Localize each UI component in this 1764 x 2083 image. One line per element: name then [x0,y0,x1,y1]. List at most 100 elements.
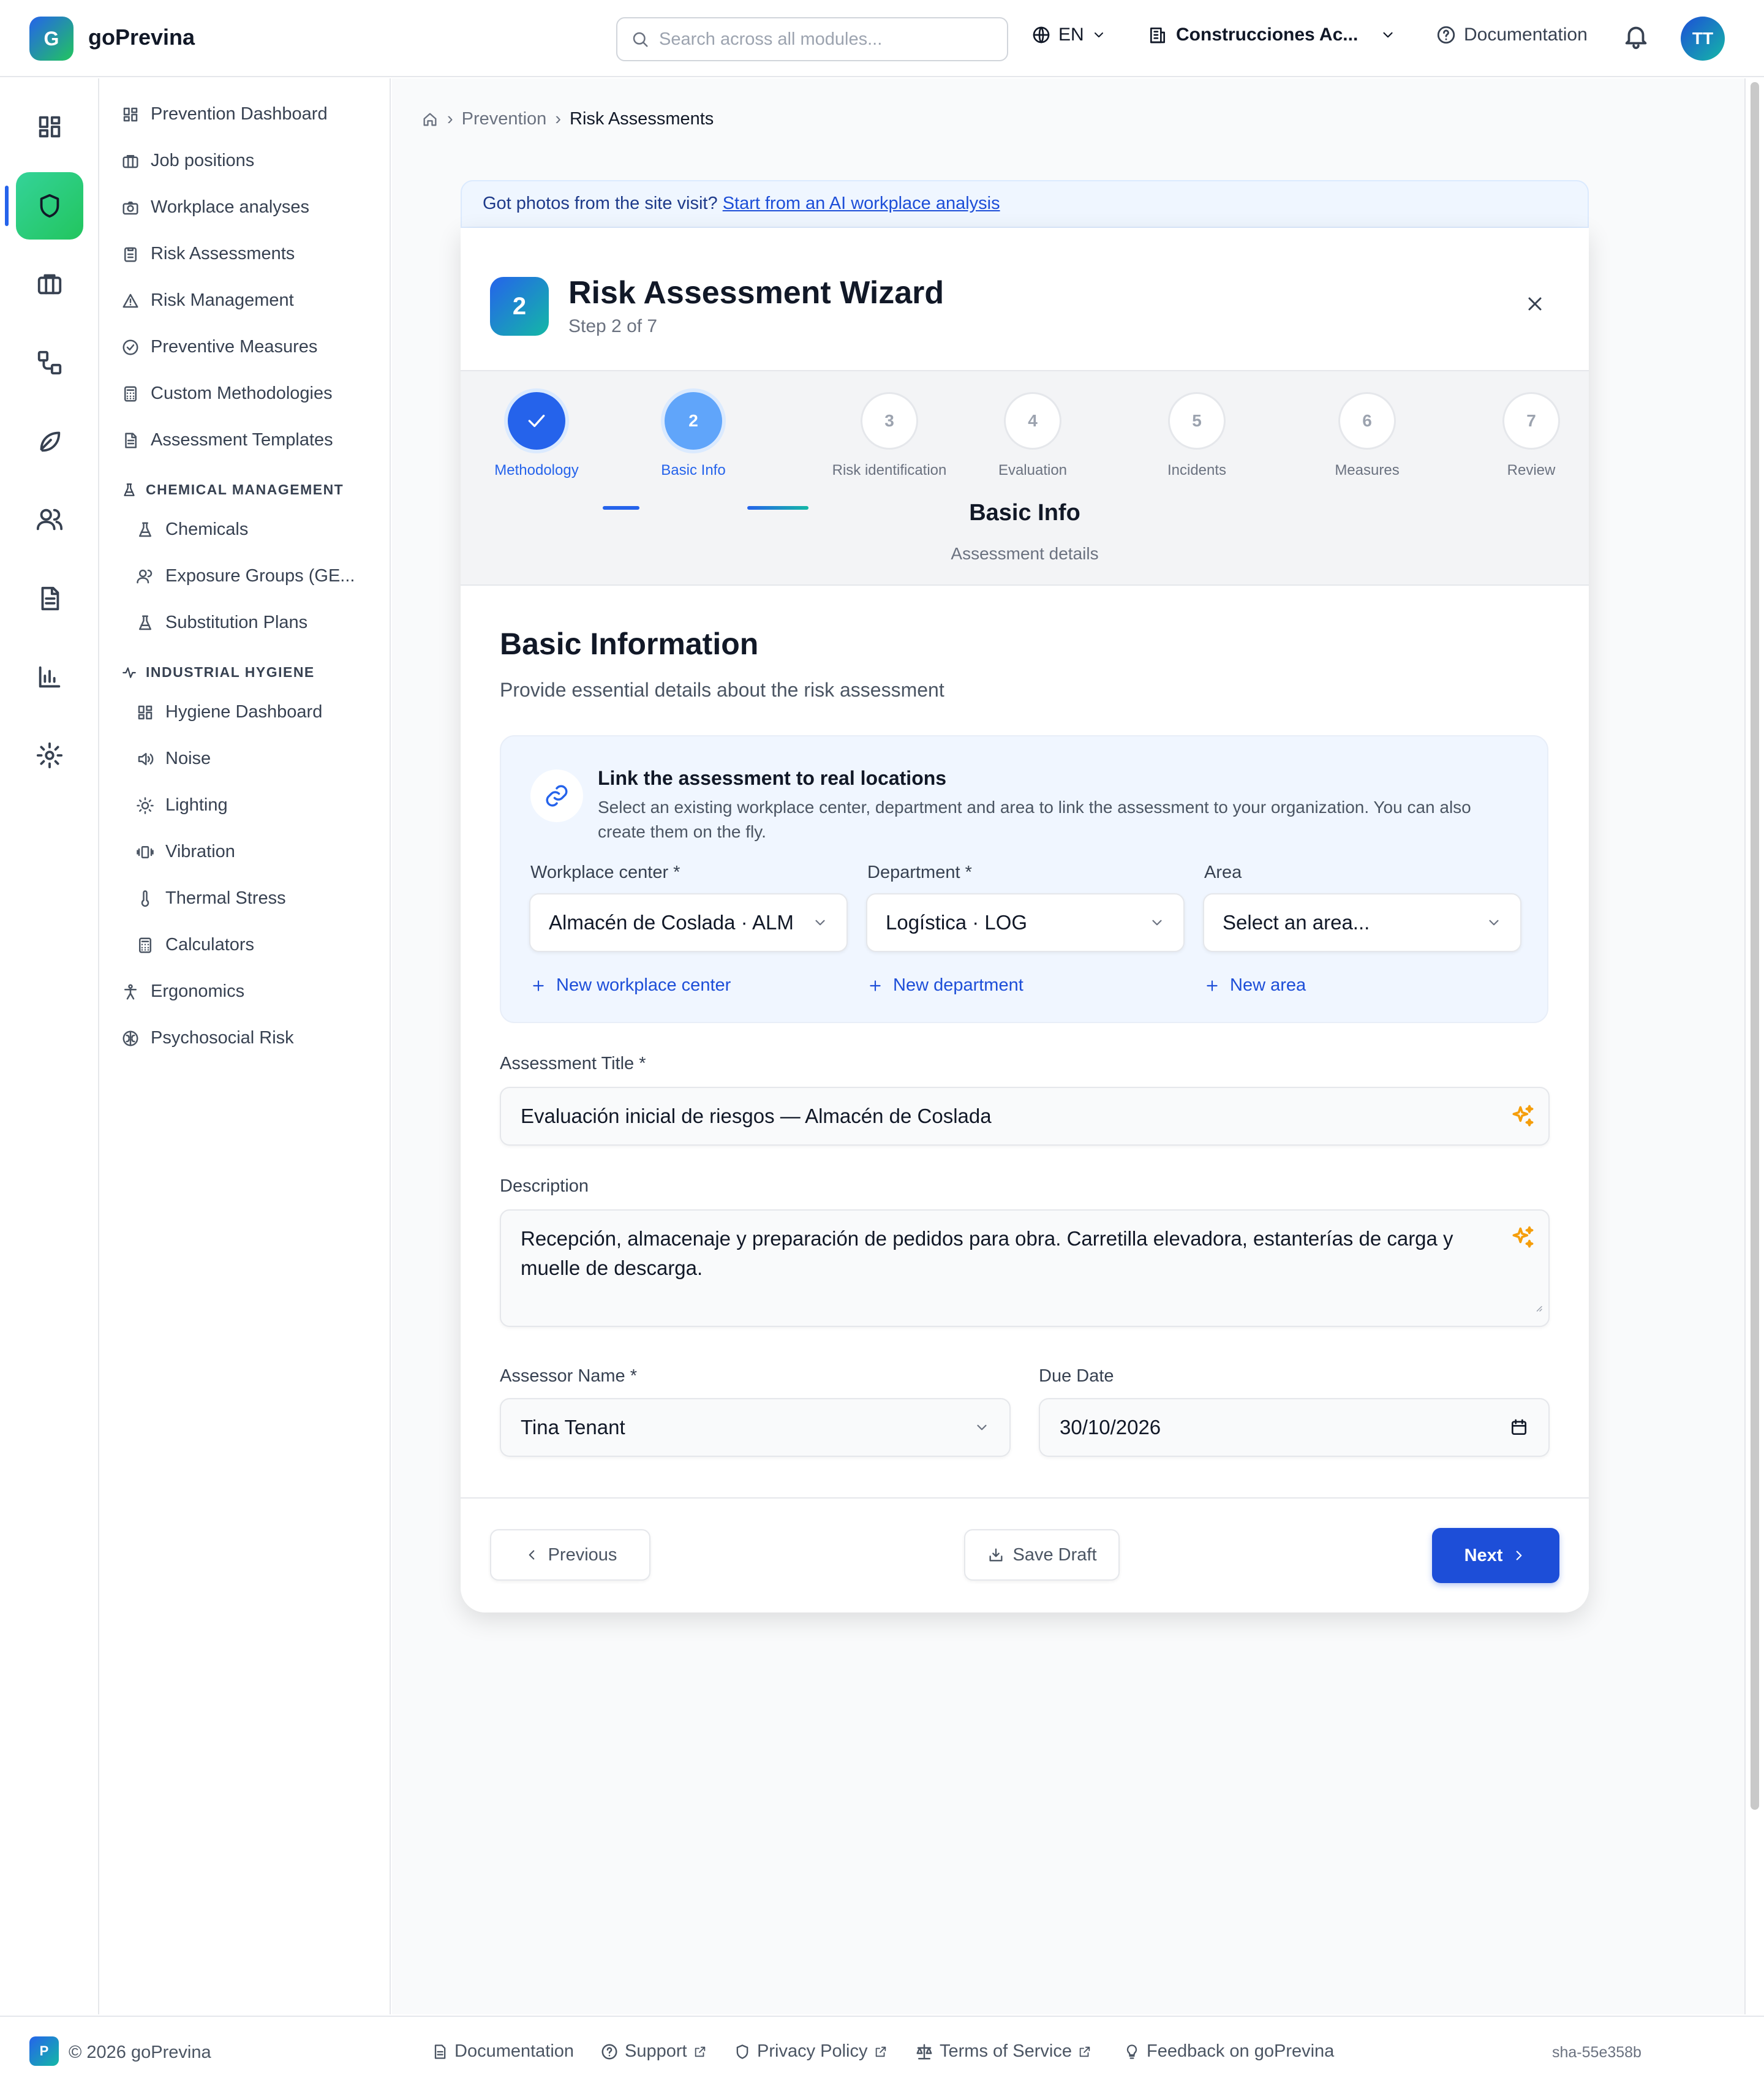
rail-dashboard[interactable] [16,93,83,161]
sidebar-item-risk-assessments[interactable]: Risk Assessments [121,244,295,264]
app-name[interactable]: goPrevina [88,25,195,50]
department-select[interactable]: Logística · LOG [866,893,1185,952]
scrollbar-thumb[interactable] [1751,82,1759,1810]
step-4-label: Evaluation [998,462,1068,478]
search-input[interactable]: Search across all modules... [616,17,1008,61]
help-circle-icon [600,2043,619,2061]
area-select[interactable]: Select an area... [1203,893,1521,952]
sidebar-item-risk-management[interactable]: Risk Management [121,290,294,311]
notifications-button[interactable] [1622,22,1650,50]
sidebar-item-label: Noise [165,749,211,768]
rail-people[interactable] [16,486,83,553]
step-7-indicator[interactable]: 7 [1502,392,1560,450]
ai-sparkle-button[interactable] [1509,1224,1536,1251]
calculator-icon [121,385,140,403]
resize-handle-icon[interactable] [1532,1291,1544,1321]
sidebar-item-lighting[interactable]: Lighting [136,795,228,815]
documentation-link[interactable]: Documentation [1436,25,1588,45]
step-5-indicator[interactable]: 5 [1168,392,1226,450]
breadcrumb-current: Risk Assessments [570,109,714,129]
plus-icon [1204,978,1220,994]
speaker-icon [136,750,154,768]
assessor-value: Tina Tenant [521,1416,625,1438]
user-avatar[interactable]: TT [1681,17,1725,61]
previous-button[interactable]: Previous [490,1529,650,1581]
sidebar-item-noise[interactable]: Noise [136,749,211,769]
language-selector[interactable]: EN [1031,25,1106,45]
footer-privacy-link[interactable]: Privacy Policy [734,2041,888,2062]
breadcrumb-prevention[interactable]: Prevention [462,109,547,129]
sidebar-item-calculators[interactable]: Calculators [136,935,254,955]
chevron-down-icon [1149,915,1165,931]
sidebar-item-label: Substitution Plans [165,613,308,632]
new-workplace-button[interactable]: New workplace center [530,975,731,996]
rail-settings[interactable] [16,722,83,789]
workplace-select[interactable]: Almacén de Coslada · ALM [529,893,848,952]
sidebar-item-chemicals[interactable]: Chemicals [136,520,248,540]
sidebar-heading-hygiene: INDUSTRIAL HYGIENE [121,664,315,681]
calendar-icon[interactable] [1509,1418,1529,1437]
step-3-indicator[interactable]: 3 [861,392,918,450]
footer-feedback-label: Feedback on goPrevina [1147,2041,1335,2061]
globe-icon [1031,25,1051,45]
title-input[interactable]: Evaluación inicial de riesgos — Almacén … [500,1087,1550,1146]
sidebar-item-label: Risk Management [151,290,294,310]
rail-workflows[interactable] [16,329,83,396]
next-button[interactable]: Next [1432,1528,1559,1583]
footer-terms-link[interactable]: Terms of Service [915,2041,1091,2062]
sidebar-item-exposure-groups-ge[interactable]: Exposure Groups (GE... [136,566,355,586]
sidebar-item-psychosocial-risk[interactable]: Psychosocial Risk [121,1028,294,1048]
step-2-label: Basic Info [661,462,726,478]
users-icon [136,567,154,586]
sidebar-item-thermal-stress[interactable]: Thermal Stress [136,888,286,909]
rail-prevention[interactable] [16,172,83,240]
footer-support-link[interactable]: Support [600,2041,707,2062]
sidebar-item-custom-methodologies[interactable]: Custom Methodologies [121,384,333,404]
sidebar-item-workplace-analyses[interactable]: Workplace analyses [121,197,309,217]
step-1-indicator[interactable] [508,392,565,450]
sidebar-item-preventive-measures[interactable]: Preventive Measures [121,337,317,357]
external-link-icon [1078,2045,1091,2058]
dashboard-icon [36,113,64,141]
home-icon[interactable] [421,111,439,128]
sparkle-icon [1509,1103,1536,1130]
footer-copyright: © 2026 goPrevina [69,2043,211,2062]
step-3-label: Risk identification [832,462,947,478]
document-icon [36,584,64,613]
link-box-description: Select an existing workplace center, dep… [598,798,1471,841]
app-logo[interactable]: G [29,17,74,61]
ai-sparkle-button[interactable] [1509,1103,1536,1130]
sidebar-item-label: Prevention Dashboard [151,104,328,124]
footer-documentation-link[interactable]: Documentation [431,2041,574,2062]
sidebar-item-ergonomics[interactable]: Ergonomics [121,981,244,1002]
sidebar-item-hygiene-dashboard[interactable]: Hygiene Dashboard [136,702,322,722]
sidebar-item-job-positions[interactable]: Job positions [121,151,254,171]
step-4-indicator[interactable]: 4 [1004,392,1061,450]
assessor-select[interactable]: Tina Tenant [500,1398,1011,1457]
sidebar-item-vibration[interactable]: Vibration [136,842,235,862]
organization-selector[interactable]: Construcciones Ac... [1148,25,1396,45]
new-department-label: New department [893,975,1023,995]
section-heading-label: INDUSTRIAL HYGIENE [146,664,315,680]
sidebar-item-assessment-templates[interactable]: Assessment Templates [121,430,333,450]
step-6-indicator[interactable]: 6 [1338,392,1396,450]
vibration-icon [136,843,154,861]
rail-reports[interactable] [16,643,83,711]
step-number: 7 [1526,411,1536,430]
new-department-button[interactable]: New department [867,975,1023,996]
footer-support-label: Support [625,2041,687,2061]
due-date-input[interactable]: 30/10/2026 [1039,1398,1550,1457]
sidebar-item-substitution-plans[interactable]: Substitution Plans [136,613,307,633]
close-button[interactable] [1524,293,1546,315]
ai-analysis-link[interactable]: Start from an AI workplace analysis [723,194,1000,213]
rail-jobs[interactable] [16,250,83,317]
save-draft-button[interactable]: Save Draft [964,1529,1120,1581]
rail-environment[interactable] [16,407,83,475]
rail-documents[interactable] [16,565,83,632]
new-area-button[interactable]: New area [1204,975,1306,996]
footer-feedback-link[interactable]: Feedback on goPrevina [1123,2041,1334,2062]
description-textarea[interactable]: Recepción, almacenaje y preparación de p… [500,1209,1550,1327]
sidebar-item-prevention-dashboard[interactable]: Prevention Dashboard [121,104,328,124]
step-2-indicator[interactable]: 2 [665,392,722,450]
document-icon [431,2043,448,2060]
